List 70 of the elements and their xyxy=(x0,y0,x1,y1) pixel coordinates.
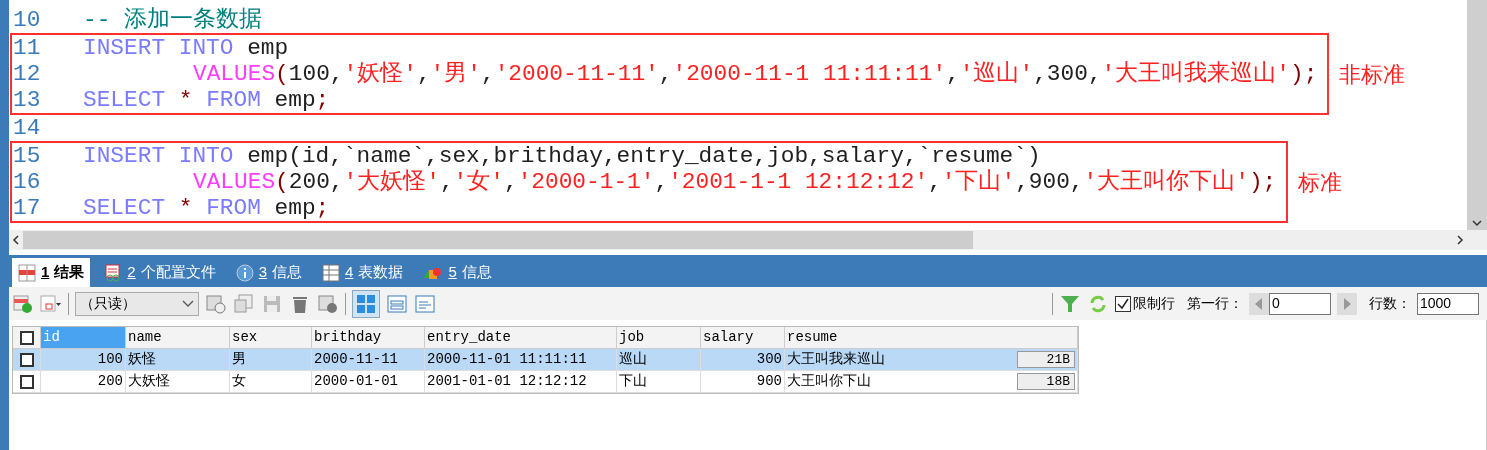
mode-dropdown[interactable]: （只读） xyxy=(75,291,199,316)
table-cell-text: 妖怪 xyxy=(128,350,156,369)
table-row[interactable]: 200 大妖怪 女 2000-01-01 2001-01-01 12:12:12 下山 900 大王叫你下山 18B xyxy=(13,371,1078,393)
form-view-icon[interactable] xyxy=(386,292,408,315)
column-header[interactable]: brithday xyxy=(312,327,425,348)
column-header[interactable]: job xyxy=(617,327,701,348)
text-view-icon[interactable] xyxy=(414,292,436,315)
table-cell-text: 100 xyxy=(97,350,123,369)
table-icon xyxy=(322,263,341,282)
code-line: -- 添加一条数据 xyxy=(83,5,263,35)
column-header[interactable]: resume xyxy=(785,327,1078,348)
table-row[interactable]: 100 妖怪 男 2000-11-11 2000-11-01 11:11:11 巡山 300 大王叫我来巡山 21B xyxy=(13,349,1078,371)
delete-record-icon[interactable] xyxy=(317,292,339,315)
grid-view-button[interactable] xyxy=(352,289,380,318)
chevron-down-icon xyxy=(182,299,194,308)
table-cell-text: 2001-01-01 12:12:12 xyxy=(427,372,587,391)
limit-rows-label: 限制行 xyxy=(1133,294,1175,313)
triangle-left-icon xyxy=(1255,297,1263,310)
table-cell-text: 2000-11-01 11:11:11 xyxy=(427,350,587,369)
table-cell-text: 200 xyxy=(97,372,123,391)
column-header[interactable]: name xyxy=(126,327,230,348)
code-line: INSERT INTO emp(id,`name`,sex,brithday,entry_date,job,salary,`resume`) xyxy=(83,141,1041,169)
next-button[interactable] xyxy=(1337,292,1357,315)
result-tab[interactable]: 2 个配置文件 xyxy=(98,258,222,287)
line-number: 10 xyxy=(13,5,42,35)
info-icon xyxy=(235,263,254,282)
column-header[interactable]: entry_date xyxy=(425,327,617,348)
result-tab[interactable]: 3 信息 xyxy=(229,258,309,287)
column-header[interactable]: sex xyxy=(230,327,312,348)
table-cell-text: 大王叫我来巡山 xyxy=(787,350,885,369)
grid-view-icon xyxy=(356,293,376,314)
table-cell-text: 大王叫你下山 xyxy=(787,372,871,391)
vertical-scrollbar[interactable] xyxy=(1467,0,1487,230)
previous-button[interactable] xyxy=(1249,292,1269,315)
table-cell-text: 女 xyxy=(232,372,246,391)
profile-icon xyxy=(104,263,123,282)
check-icon xyxy=(1117,297,1129,310)
add-record-icon[interactable] xyxy=(205,292,227,315)
table-cell-text: 男 xyxy=(232,350,246,369)
first-row-label: 第一行： xyxy=(1187,294,1243,313)
table-cell-text: 300 xyxy=(756,350,782,369)
select-all-checkbox[interactable] xyxy=(19,330,34,345)
table-cell-text: 900 xyxy=(756,372,782,391)
horizontal-scrollbar[interactable] xyxy=(9,230,1487,250)
row-count-field[interactable]: 1000 xyxy=(1417,292,1479,315)
table-cell-text: 2000-01-01 xyxy=(314,372,398,391)
table-cell-text: 2000-11-11 xyxy=(314,350,398,369)
result-tab[interactable]: 4 表数据 xyxy=(316,258,410,287)
row-count-label: 行数： xyxy=(1369,294,1411,313)
add-row-icon[interactable] xyxy=(12,292,34,315)
result-tab[interactable]: 5 信息 xyxy=(417,258,498,287)
annotation-label: 非标准 xyxy=(1339,60,1406,89)
size-badge: 18B xyxy=(1017,373,1075,390)
limit-rows-checkbox[interactable] xyxy=(1115,295,1131,312)
row-checkbox[interactable] xyxy=(19,374,34,389)
annotation-label: 标准 xyxy=(1298,168,1343,197)
triangle-right-icon xyxy=(1343,297,1351,310)
size-badge: 21B xyxy=(1017,351,1075,368)
copy-icon[interactable] xyxy=(233,292,255,315)
first-row-field[interactable]: 0 xyxy=(1269,292,1331,315)
table-cell-text: 下山 xyxy=(619,372,647,391)
scroll-thumb[interactable] xyxy=(23,231,973,249)
column-header[interactable]: salary xyxy=(701,327,785,348)
line-number: 14 xyxy=(13,113,42,143)
grid-dropdown-icon[interactable] xyxy=(40,292,62,315)
row-checkbox[interactable] xyxy=(19,352,34,367)
table-cell-text: 大妖怪 xyxy=(128,372,170,391)
table-cell-text: 巡山 xyxy=(619,350,647,369)
result-tab[interactable]: 1 结果 xyxy=(12,258,91,287)
table-icon xyxy=(18,263,36,282)
